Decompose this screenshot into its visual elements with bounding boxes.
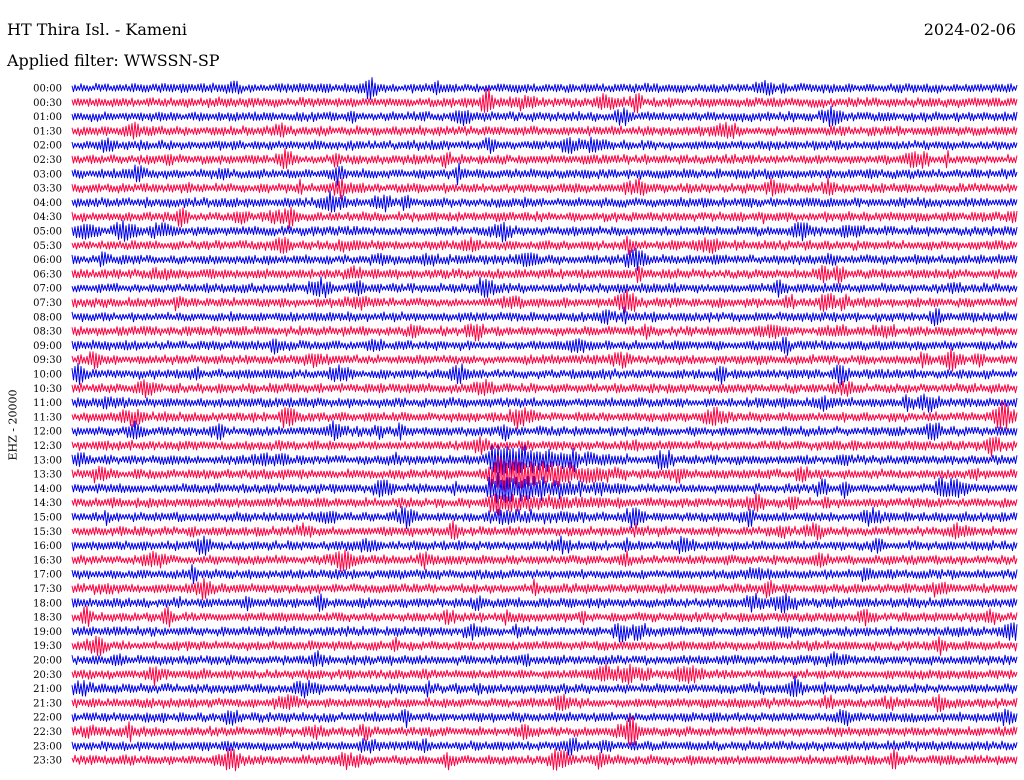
row-time-label: 08:00 — [33, 312, 62, 323]
row-time-label: 17:30 — [33, 584, 62, 595]
row-time-label: 15:00 — [33, 513, 62, 524]
row-time-label: 03:30 — [33, 184, 62, 195]
time-label-group: 00:00 00:30 01:00 01:30 02:00 02:30 03:00 03:30… — [33, 84, 62, 767]
seismic-trace — [71, 336, 1018, 356]
seismic-trace — [71, 605, 1018, 628]
row-time-label: 20:00 — [33, 656, 62, 667]
row-time-label: 02:30 — [33, 155, 62, 166]
seismic-trace — [71, 564, 1018, 585]
seismic-trace — [71, 577, 1018, 601]
row-time-label: 18:00 — [33, 598, 62, 609]
row-time-label: 12:30 — [33, 441, 62, 452]
seismic-trace — [71, 592, 1018, 614]
row-time-label: 21:30 — [33, 698, 62, 709]
row-time-label: 19:00 — [33, 627, 62, 638]
row-time-label: 21:00 — [33, 684, 62, 695]
row-time-label: 01:30 — [33, 126, 62, 137]
row-time-label: 05:00 — [33, 227, 62, 238]
row-time-label: 22:00 — [33, 713, 62, 724]
row-time-label: 11:30 — [33, 412, 62, 423]
seismic-trace — [71, 348, 1018, 372]
seismic-trace — [71, 378, 1018, 399]
seismic-trace — [71, 492, 1018, 516]
row-time-label: 10:30 — [33, 384, 62, 395]
row-time-label: 18:30 — [33, 613, 62, 624]
seismic-trace — [71, 206, 1018, 229]
row-time-label: 17:00 — [33, 570, 62, 581]
seismic-trace — [71, 436, 1018, 457]
seismic-trace — [71, 650, 1018, 667]
seismic-trace — [71, 393, 1018, 413]
seismic-trace — [71, 148, 1018, 170]
seismic-trace — [71, 549, 1018, 572]
seismic-trace — [71, 77, 1018, 100]
row-time-label: 07:00 — [33, 284, 62, 295]
seismic-trace — [71, 693, 1018, 713]
seismic-trace — [71, 306, 1018, 327]
row-time-label: 09:30 — [33, 355, 62, 366]
seismic-trace — [71, 737, 1018, 756]
seismic-trace — [71, 247, 1018, 271]
row-time-label: 15:30 — [33, 527, 62, 538]
row-time-label: 23:30 — [33, 756, 62, 767]
row-time-label: 04:30 — [33, 212, 62, 223]
seismic-trace — [71, 635, 1018, 656]
row-time-label: 09:00 — [33, 341, 62, 352]
seismic-trace — [71, 105, 1018, 127]
row-time-label: 13:00 — [33, 455, 62, 466]
row-time-label: 13:30 — [33, 470, 62, 481]
row-time-label: 00:00 — [33, 84, 62, 95]
seismic-trace — [71, 420, 1018, 442]
row-time-label: 10:00 — [33, 370, 62, 381]
seismic-trace — [71, 276, 1018, 299]
row-time-label: 14:30 — [33, 498, 62, 509]
row-time-label: 23:00 — [33, 741, 62, 752]
seismic-trace — [71, 506, 1018, 529]
seismic-trace — [71, 162, 1018, 186]
seismic-trace — [71, 535, 1018, 556]
row-time-label: 02:00 — [33, 141, 62, 152]
seismic-trace — [71, 190, 1018, 213]
row-time-label: 06:30 — [33, 269, 62, 280]
seismic-trace — [71, 622, 1018, 643]
row-time-label: 16:30 — [33, 555, 62, 566]
seismic-trace — [71, 220, 1018, 243]
seismic-trace — [71, 121, 1018, 140]
row-time-label: 01:00 — [33, 112, 62, 123]
row-time-label: 04:00 — [33, 198, 62, 209]
row-time-label: 12:00 — [33, 427, 62, 438]
seismic-trace — [71, 748, 1018, 772]
row-time-label: 03:00 — [33, 169, 62, 180]
seismic-trace — [71, 663, 1018, 687]
row-time-label: 16:00 — [33, 541, 62, 552]
seismic-trace — [71, 136, 1018, 154]
row-time-label: 11:00 — [33, 398, 62, 409]
row-time-label: 07:30 — [33, 298, 62, 309]
seismic-trace — [71, 235, 1018, 255]
row-time-label: 19:30 — [33, 641, 62, 652]
seismic-trace — [71, 289, 1018, 313]
seismic-trace — [71, 362, 1018, 386]
trace-group — [71, 77, 1018, 772]
seismic-trace — [71, 708, 1018, 728]
seismic-trace — [71, 88, 1018, 114]
row-time-label: 08:30 — [33, 327, 62, 338]
row-time-label: 14:00 — [33, 484, 62, 495]
helicorder-plot: 00:00 00:30 01:00 01:30 02:00 02:30 03:00 03:30… — [33, 77, 1018, 772]
row-time-label: 05:30 — [33, 241, 62, 252]
seismic-trace — [71, 265, 1018, 284]
seismic-trace — [71, 177, 1018, 200]
row-time-label: 20:30 — [33, 670, 62, 681]
row-time-label: 22:30 — [33, 727, 62, 738]
seismic-trace — [71, 323, 1018, 342]
seismic-trace — [71, 675, 1018, 699]
row-time-label: 06:00 — [33, 255, 62, 266]
row-time-label: 00:30 — [33, 98, 62, 109]
